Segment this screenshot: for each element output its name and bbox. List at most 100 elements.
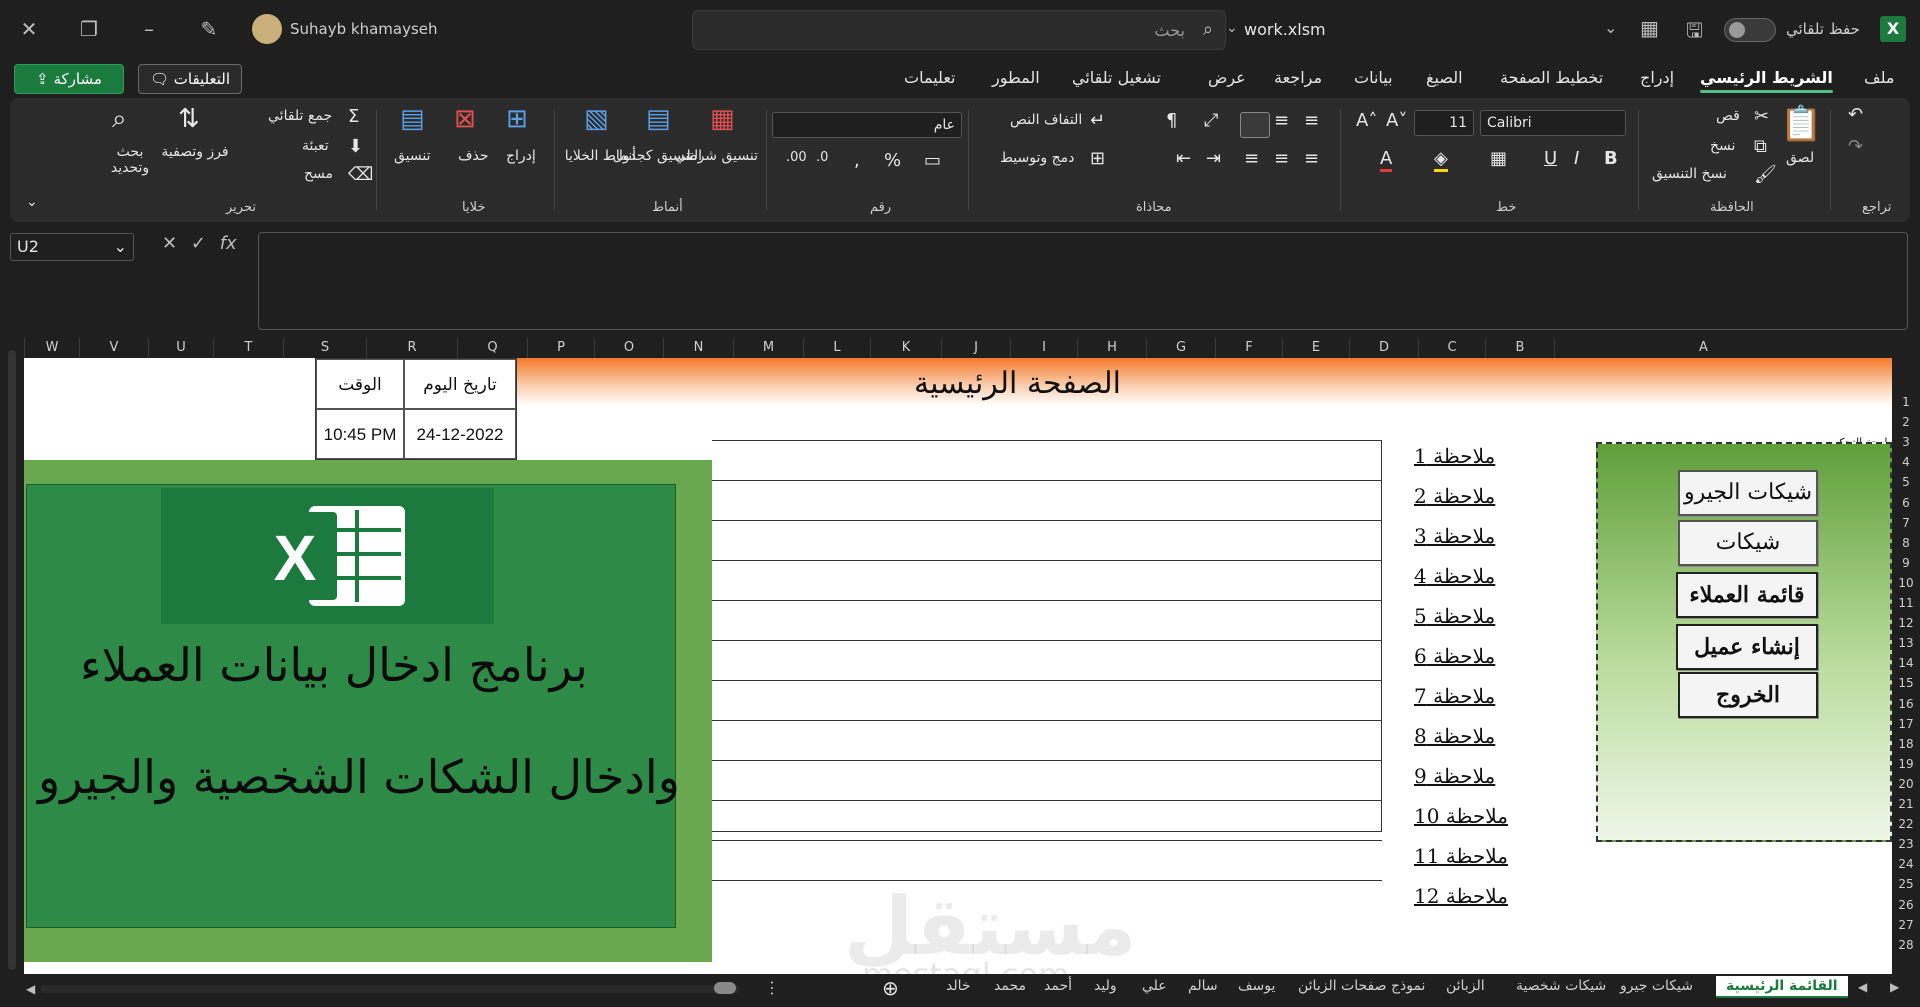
save-icon[interactable]: 🖫: [1686, 16, 1703, 50]
underline-icon[interactable]: U: [1544, 148, 1557, 169]
align-top-icon[interactable]: ≡: [1304, 110, 1319, 131]
note-label[interactable]: ملاحظة 11: [1414, 844, 1508, 868]
row-header[interactable]: 6: [1892, 493, 1920, 513]
italic-icon[interactable]: I: [1574, 148, 1579, 169]
align-middle-icon[interactable]: ≡: [1274, 110, 1289, 131]
autosave-toggle[interactable]: [1724, 18, 1776, 42]
fill-label[interactable]: تعبئة: [302, 138, 329, 154]
row-header[interactable]: 25: [1892, 874, 1920, 894]
insert-function-icon[interactable]: fx: [220, 233, 237, 254]
tab-data[interactable]: بيانات: [1354, 68, 1393, 87]
row-header[interactable]: 28: [1892, 935, 1920, 955]
indent-icon[interactable]: ⇥: [1206, 148, 1221, 169]
note-label[interactable]: ملاحظة 1: [1414, 444, 1495, 468]
autosum-label[interactable]: جمع تلقائي: [268, 108, 332, 124]
column-header[interactable]: R: [366, 338, 457, 358]
note-label[interactable]: ملاحظة 6: [1414, 644, 1495, 668]
share-button[interactable]: مشاركة ⇪: [14, 64, 124, 94]
sheet-tab[interactable]: محمد: [994, 978, 1026, 994]
column-header[interactable]: U: [148, 338, 213, 358]
conditional-format-label[interactable]: تنسيق شرطي: [675, 148, 758, 164]
column-header[interactable]: K: [870, 338, 941, 358]
find-select-label[interactable]: بحث وتحديد: [100, 144, 160, 176]
merge-icon[interactable]: ⊞: [1090, 148, 1105, 169]
giro-checks-button[interactable]: شيكات الجيرو: [1678, 470, 1818, 516]
column-header[interactable]: W: [24, 338, 79, 358]
borders-icon[interactable]: ▦: [1490, 148, 1507, 169]
scroll-thumb[interactable]: [714, 982, 736, 994]
format-as-table-icon[interactable]: ▤: [646, 104, 671, 134]
column-header[interactable]: I: [1010, 338, 1077, 358]
column-header[interactable]: J: [941, 338, 1010, 358]
exit-button[interactable]: الخروج: [1678, 672, 1818, 718]
row-header[interactable]: 23: [1892, 834, 1920, 854]
cancel-icon[interactable]: ✕: [162, 233, 177, 254]
tab-scroll-left-icon[interactable]: ◀: [1858, 980, 1867, 994]
format-cells-label[interactable]: تنسيق: [394, 148, 431, 164]
redo-icon[interactable]: ↷: [1848, 136, 1863, 157]
tab-home[interactable]: الشريط الرئيسي: [1700, 68, 1833, 93]
row-header[interactable]: 8: [1892, 533, 1920, 553]
align-center-icon[interactable]: ≡: [1274, 148, 1289, 169]
wrap-text-label[interactable]: التفاف النص: [1010, 112, 1082, 128]
row-header[interactable]: 4: [1892, 452, 1920, 472]
format-painter-label[interactable]: نسخ التنسيق: [1652, 166, 1727, 182]
row-header[interactable]: 9: [1892, 553, 1920, 573]
note-label[interactable]: ملاحظة 3: [1414, 524, 1495, 548]
row-header[interactable]: 18: [1892, 734, 1920, 754]
row-header[interactable]: 14: [1892, 653, 1920, 673]
row-header[interactable]: 11: [1892, 593, 1920, 613]
enter-icon[interactable]: ✓: [191, 233, 206, 254]
delete-cells-icon[interactable]: ⊠: [454, 104, 476, 134]
decrease-font-icon[interactable]: A˅: [1386, 110, 1407, 131]
font-color-icon[interactable]: A: [1380, 148, 1393, 172]
tab-developer[interactable]: المطور: [992, 68, 1040, 87]
autosum-icon[interactable]: Σ: [348, 106, 359, 127]
name-box[interactable]: U2 ⌄: [10, 233, 134, 261]
note-label[interactable]: ملاحظة 4: [1414, 564, 1495, 588]
worksheet[interactable]: الصفحة الرئيسية الوقت تاريخ اليوم 10:45 …: [24, 358, 1892, 974]
cell-styles-label[interactable]: أنماط الخلايا: [565, 148, 636, 164]
scroll-left-icon[interactable]: ◀: [26, 982, 35, 996]
insert-cells-label[interactable]: إدراج: [506, 148, 536, 164]
rtl-icon[interactable]: ¶: [1166, 110, 1177, 131]
fill-color-icon[interactable]: ◈: [1434, 148, 1448, 172]
notes-box[interactable]: [712, 440, 1382, 832]
row-header[interactable]: 16: [1892, 694, 1920, 714]
sheet-tab[interactable]: القائمة الرئيسية: [1716, 976, 1848, 998]
sheet-tab[interactable]: وليد: [1094, 978, 1117, 994]
clear-label[interactable]: مسح: [304, 166, 333, 182]
customize-qat-icon[interactable]: ⌄: [1604, 18, 1617, 37]
search-input[interactable]: ⌕ بحث: [692, 10, 1226, 50]
personal-checks-button[interactable]: شيكات شخصية: [1678, 520, 1818, 597]
row-header[interactable]: 5: [1892, 472, 1920, 492]
sheet-tab[interactable]: شيكات شخصية: [1516, 978, 1606, 994]
tab-insert[interactable]: إدراج: [1640, 68, 1674, 87]
sheet-tab[interactable]: نموذج صفحات الزبائن: [1298, 978, 1425, 994]
clear-icon[interactable]: ⌫: [348, 164, 373, 185]
row-header[interactable]: 21: [1892, 794, 1920, 814]
number-format-select[interactable]: عام: [772, 112, 962, 138]
column-header[interactable]: H: [1077, 338, 1146, 358]
row-header[interactable]: 27: [1892, 915, 1920, 935]
sheet-tab[interactable]: خالد: [946, 978, 971, 994]
note-label[interactable]: ملاحظة 9: [1414, 764, 1495, 788]
note-label[interactable]: ملاحظة 12: [1414, 884, 1508, 908]
cell-styles-icon[interactable]: ▧: [584, 104, 609, 134]
minimize-icon[interactable]: –: [134, 14, 164, 44]
row-header[interactable]: 26: [1892, 895, 1920, 915]
row-header[interactable]: 24: [1892, 854, 1920, 874]
bold-icon[interactable]: B: [1604, 148, 1618, 169]
row-header[interactable]: 12: [1892, 613, 1920, 633]
tab-automate[interactable]: تشغيل تلقائي: [1072, 68, 1161, 87]
sort-filter-label[interactable]: فرز وتصفية: [160, 144, 230, 160]
note-label[interactable]: ملاحظة 8: [1414, 724, 1495, 748]
column-header[interactable]: E: [1282, 338, 1349, 358]
column-header[interactable]: A: [1554, 338, 1852, 358]
delete-cells-label[interactable]: حذف: [458, 148, 489, 164]
chevron-down-icon[interactable]: ⌄: [1226, 20, 1238, 36]
comma-icon[interactable]: ,: [854, 150, 860, 171]
layout-icon[interactable]: ▦: [1640, 16, 1659, 40]
note-label[interactable]: ملاحظة 7: [1414, 684, 1495, 708]
sheet-tab[interactable]: الزبائن: [1446, 978, 1485, 994]
